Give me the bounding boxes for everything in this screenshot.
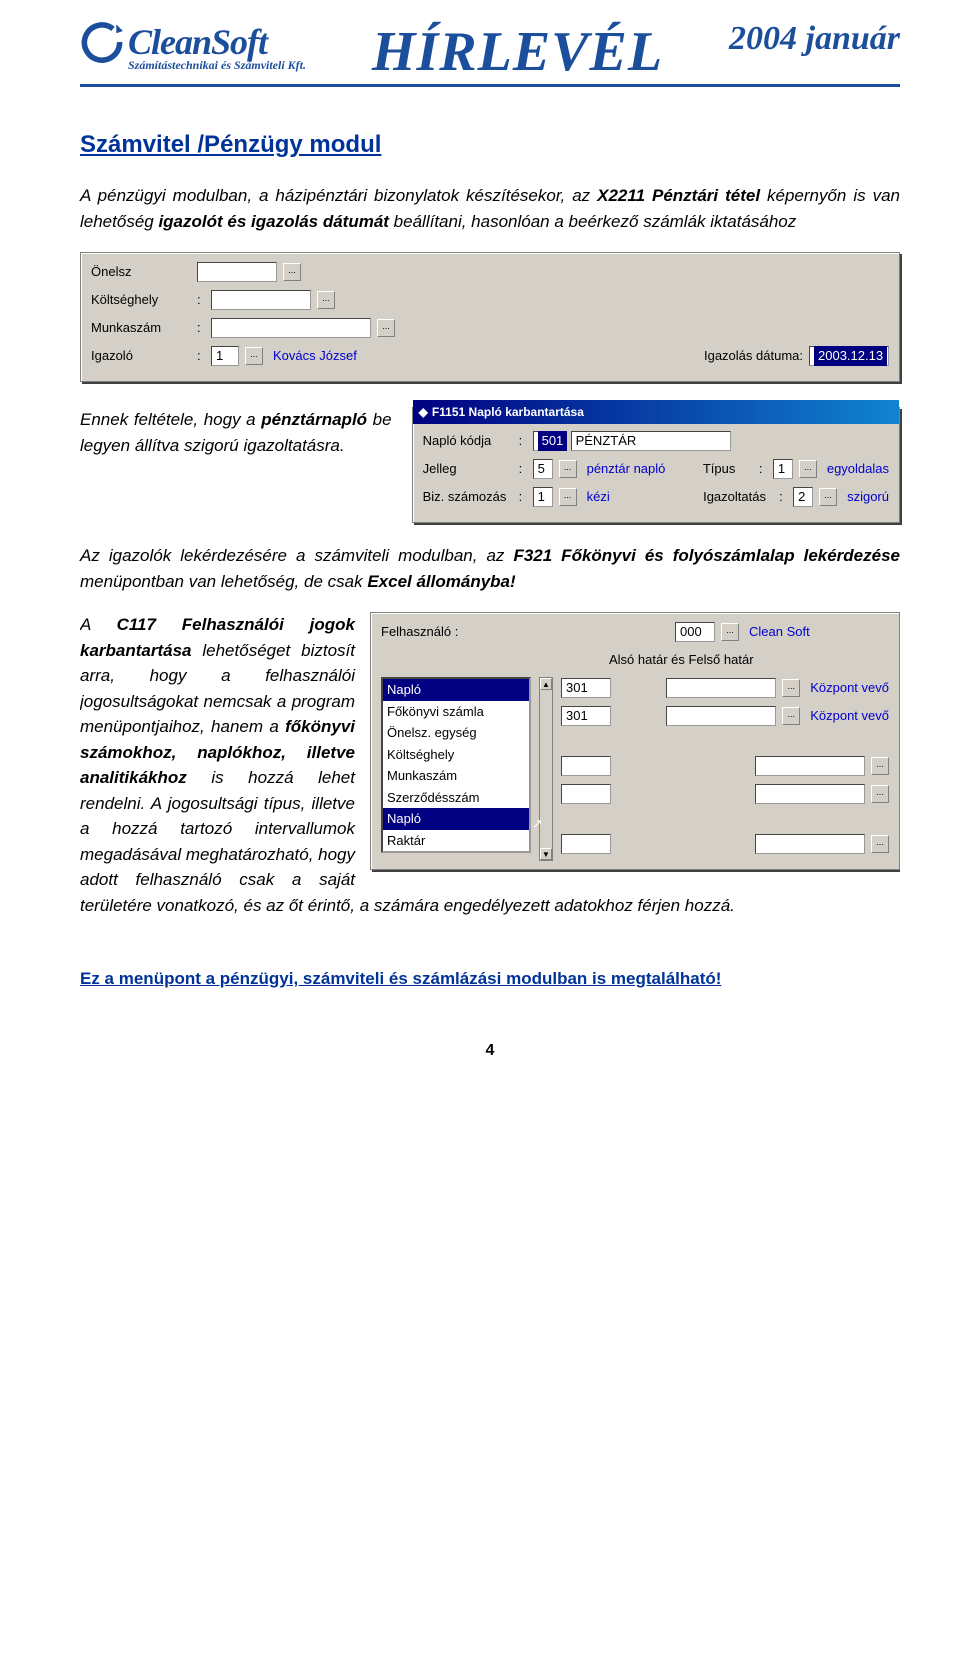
section-heading: Számvitel /Pénzügy modul bbox=[80, 127, 900, 163]
list-item[interactable]: Napló bbox=[383, 808, 529, 830]
paragraph-2: Ennek feltétele, hogy a pénztárnapló be … bbox=[80, 407, 392, 458]
list-item[interactable]: Munkaszám bbox=[383, 765, 529, 787]
newsletter-date: 2004 január bbox=[729, 20, 900, 58]
f2-naplokodja-label: Napló kódja bbox=[423, 431, 513, 451]
f2-naplokodja-name[interactable]: PÉNZTÁR bbox=[571, 431, 731, 451]
lookup-button[interactable]: ... bbox=[871, 835, 889, 853]
lookup-button[interactable]: ... bbox=[782, 679, 800, 697]
list-item[interactable]: Főkönyvi számla bbox=[383, 701, 529, 723]
logo: CleanSoft Számítástechnikai és Számvitel… bbox=[80, 20, 306, 73]
f2-jelleg-label: Jelleg bbox=[423, 459, 513, 479]
f2-jelleg-field[interactable]: 5 bbox=[533, 459, 553, 479]
form1-igazolo-label: Igazoló bbox=[91, 346, 191, 366]
logo-subtitle: Számítástechnikai és Számviteli Kft. bbox=[128, 58, 306, 73]
scroll-up-icon[interactable]: ▲ bbox=[540, 678, 552, 690]
lookup-button[interactable]: ... bbox=[721, 623, 739, 641]
f2-tipus-field[interactable]: 1 bbox=[773, 459, 793, 479]
logo-name: CleanSoft bbox=[128, 21, 267, 63]
lookup-button[interactable]: ... bbox=[377, 319, 395, 337]
note: Ez a menüpont a pénzügyi, számviteli és … bbox=[80, 966, 900, 992]
lookup-button[interactable]: ... bbox=[871, 785, 889, 803]
paragraph-3: Az igazolók lekérdezésére a számviteli m… bbox=[80, 543, 900, 594]
form2-panel: ◆ F1151 Napló karbantartása Napló kódja:… bbox=[412, 407, 900, 523]
f3-lower2-field[interactable]: 301 bbox=[561, 706, 611, 726]
list-item[interactable]: Szerződésszám bbox=[383, 787, 529, 809]
f3-lower3-field[interactable] bbox=[561, 756, 611, 776]
lookup-button[interactable]: ... bbox=[799, 460, 817, 478]
form1-panel: Önelsz ... Költséghely: ... Munkaszám: .… bbox=[80, 252, 900, 382]
form1-igazolo-field[interactable]: 1 bbox=[211, 346, 239, 366]
lookup-button[interactable]: ... bbox=[245, 347, 263, 365]
f3-upper2-name: Központ vevő bbox=[810, 706, 889, 726]
f3-upper1-field[interactable] bbox=[666, 678, 776, 698]
form3-panel: Felhasználó : 000 ... Clean Soft Alsó ha… bbox=[370, 612, 900, 870]
f3-lower5-field[interactable] bbox=[561, 834, 611, 854]
f2-tipus-label: Típus bbox=[703, 459, 753, 479]
f2-bizszamozas-label: Biz. számozás bbox=[423, 487, 513, 507]
form1-onelsz-label: Önelsz bbox=[91, 262, 191, 282]
lookup-button[interactable]: ... bbox=[871, 757, 889, 775]
lookup-button[interactable]: ... bbox=[283, 263, 301, 281]
f3-header2: Alsó határ és Felső határ bbox=[609, 650, 889, 670]
f3-upper2-field[interactable] bbox=[666, 706, 776, 726]
f3-upper4-field[interactable] bbox=[755, 784, 865, 804]
f3-listbox[interactable]: Napló Főkönyvi számla Önelsz. egység Köl… bbox=[381, 677, 531, 853]
lookup-button[interactable]: ... bbox=[819, 488, 837, 506]
form1-munkaszam-field[interactable] bbox=[211, 318, 371, 338]
f3-felhasznalo-label: Felhasználó : bbox=[381, 622, 458, 642]
lookup-button[interactable]: ... bbox=[317, 291, 335, 309]
paragraph-1: A pénzügyi modulban, a házipénztári bizo… bbox=[80, 183, 900, 234]
f2-igazoltatas-label: Igazoltatás bbox=[703, 487, 773, 507]
f2-tipus-name: egyoldalas bbox=[827, 459, 889, 479]
form2-titlebar: ◆ F1151 Napló karbantartása bbox=[413, 400, 899, 424]
list-item[interactable]: Raktár bbox=[383, 830, 529, 852]
newsletter-title: HÍRLEVÉL bbox=[306, 20, 729, 84]
form1-igazolo-name: Kovács József bbox=[273, 346, 357, 366]
f3-upper1-name: Központ vevő bbox=[810, 678, 889, 698]
form1-igazolas-datum-field[interactable]: 2003.12.13 bbox=[809, 346, 889, 366]
f3-felhasznalo-name: Clean Soft bbox=[749, 622, 889, 642]
lookup-button[interactable]: ... bbox=[559, 460, 577, 478]
page-header: CleanSoft Számítástechnikai és Számvitel… bbox=[80, 20, 900, 87]
f2-bizszamozas-name: kézi bbox=[587, 487, 610, 507]
form1-koltseghely-label: Költséghely bbox=[91, 290, 191, 310]
form1-munkaszam-label: Munkaszám bbox=[91, 318, 191, 338]
app-icon: ◆ bbox=[419, 403, 428, 421]
form1-igazolas-datum-label: Igazolás dátuma: bbox=[704, 346, 803, 366]
scroll-down-icon[interactable]: ▼ bbox=[540, 848, 552, 860]
f2-igazoltatas-field[interactable]: 2 bbox=[793, 487, 813, 507]
lookup-button[interactable]: ... bbox=[559, 488, 577, 506]
f3-upper3-field[interactable] bbox=[755, 756, 865, 776]
form1-onelsz-field[interactable] bbox=[197, 262, 277, 282]
form1-koltseghely-field[interactable] bbox=[211, 290, 311, 310]
list-item[interactable]: Napló bbox=[383, 679, 529, 701]
list-item[interactable]: Költséghely bbox=[383, 744, 529, 766]
f3-felhasznalo-field[interactable]: 000 bbox=[675, 622, 715, 642]
f3-lower1-field[interactable]: 301 bbox=[561, 678, 611, 698]
f2-jelleg-name: pénztár napló bbox=[587, 459, 666, 479]
f2-naplokodja-field[interactable]: 501 bbox=[533, 431, 565, 451]
f2-igazoltatas-name: szigorú bbox=[847, 487, 889, 507]
f3-lower4-field[interactable] bbox=[561, 784, 611, 804]
cs-logo-icon bbox=[80, 20, 124, 64]
f3-upper5-field[interactable] bbox=[755, 834, 865, 854]
list-item[interactable]: Önelsz. egység bbox=[383, 722, 529, 744]
f2-bizszamozas-field[interactable]: 1 bbox=[533, 487, 553, 507]
lookup-button[interactable]: ... bbox=[782, 707, 800, 725]
page-number: 4 bbox=[80, 1042, 900, 1060]
